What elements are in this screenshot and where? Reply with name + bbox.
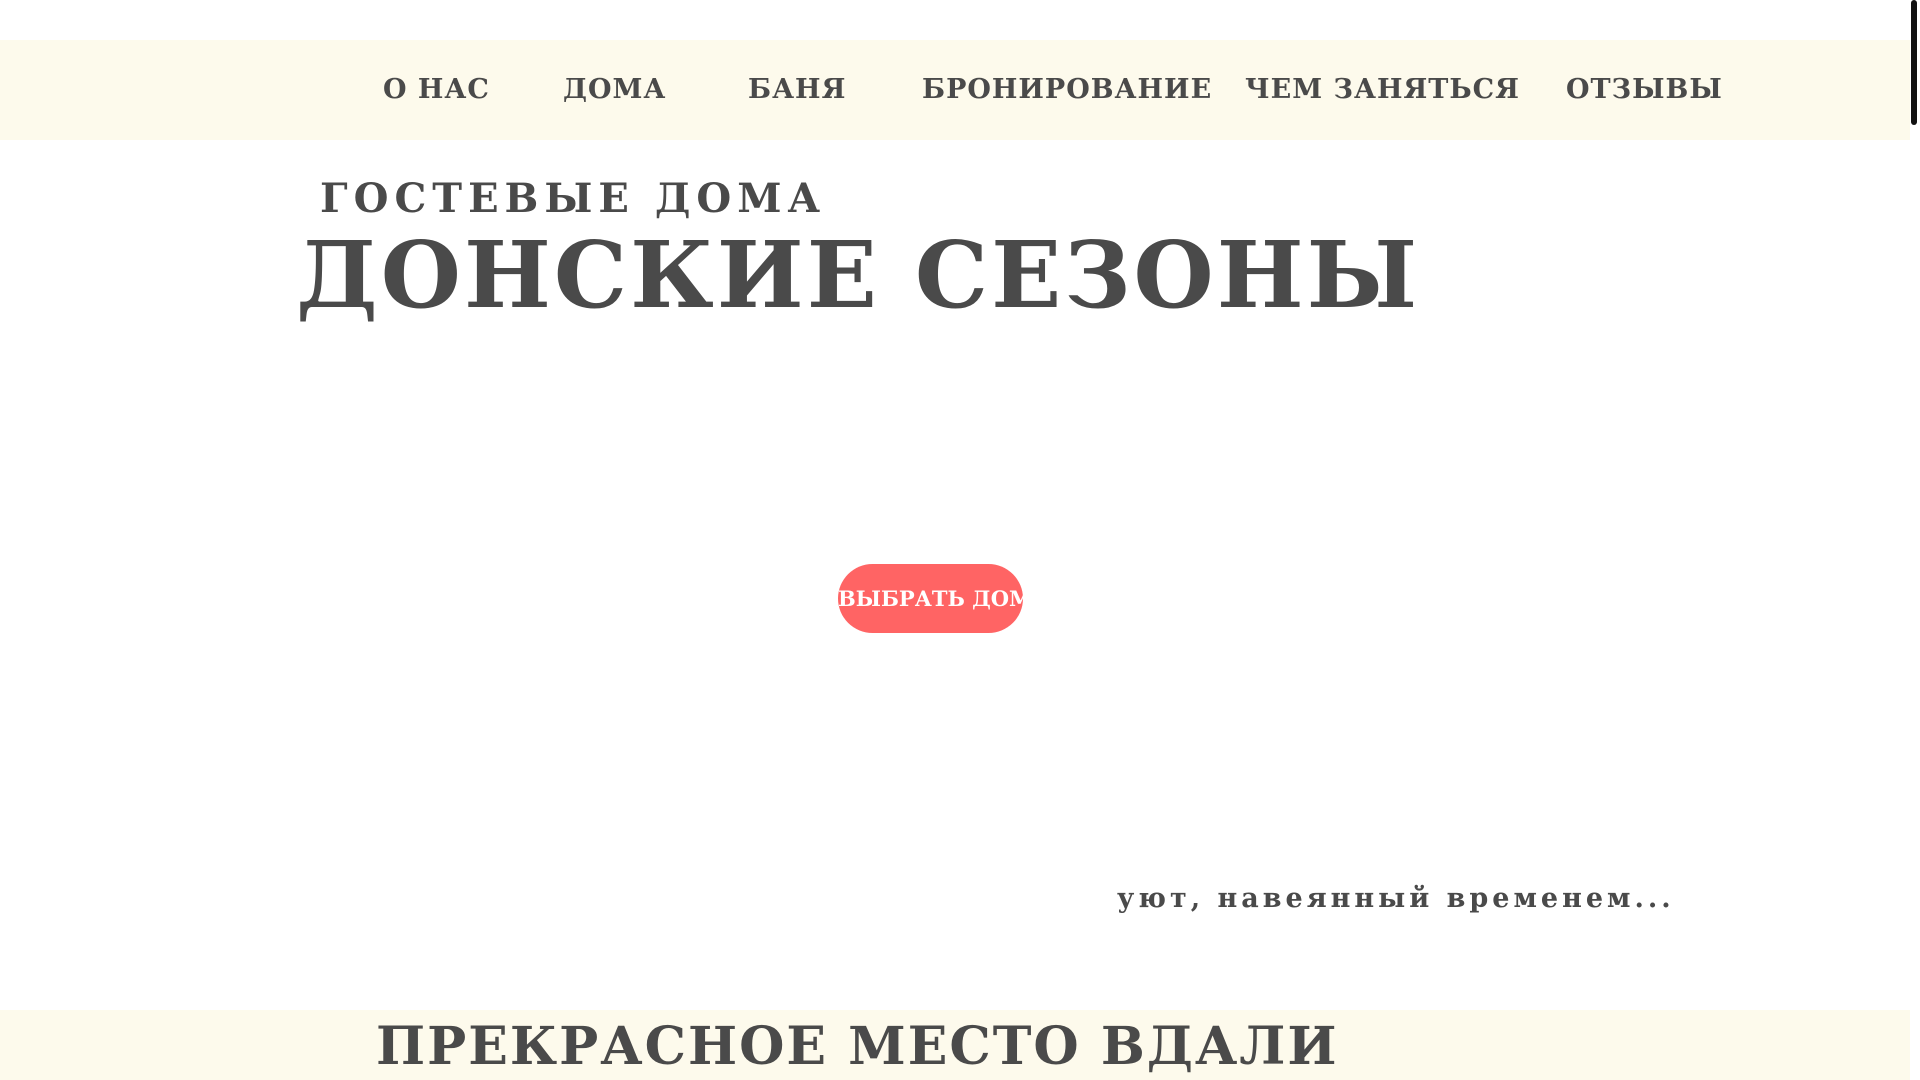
nav-item-about[interactable]: О НАС bbox=[383, 40, 490, 140]
page: О НАС ДОМА БАНЯ БРОНИРОВАНИЕ ЧЕМ ЗАНЯТЬС… bbox=[0, 0, 1920, 1080]
section-band: ПРЕКРАСНОЕ МЕСТО ВДАЛИ bbox=[0, 1010, 1910, 1080]
nav-item-activities[interactable]: ЧЕМ ЗАНЯТЬСЯ bbox=[1245, 40, 1520, 140]
hero-title: ДОНСКИЕ СЕЗОНЫ bbox=[296, 221, 1421, 329]
hero-tagline: уют, навеянный временем... bbox=[1117, 883, 1675, 914]
section-heading: ПРЕКРАСНОЕ МЕСТО ВДАЛИ bbox=[376, 1016, 1339, 1077]
scrollbar-thumb[interactable] bbox=[1911, 0, 1917, 125]
nav-item-booking[interactable]: БРОНИРОВАНИЕ bbox=[922, 40, 1212, 140]
top-navigation: О НАС ДОМА БАНЯ БРОНИРОВАНИЕ ЧЕМ ЗАНЯТЬС… bbox=[0, 40, 1910, 140]
choose-house-button[interactable]: ВЫБРАТЬ ДОМ bbox=[838, 564, 1032, 633]
nav-item-bathhouse[interactable]: БАНЯ bbox=[748, 40, 846, 140]
nav-item-houses[interactable]: ДОМА bbox=[563, 40, 666, 140]
hero-subtitle: ГОСТЕВЫЕ ДОМА bbox=[320, 175, 827, 222]
nav-item-reviews[interactable]: ОТЗЫВЫ bbox=[1566, 40, 1723, 140]
